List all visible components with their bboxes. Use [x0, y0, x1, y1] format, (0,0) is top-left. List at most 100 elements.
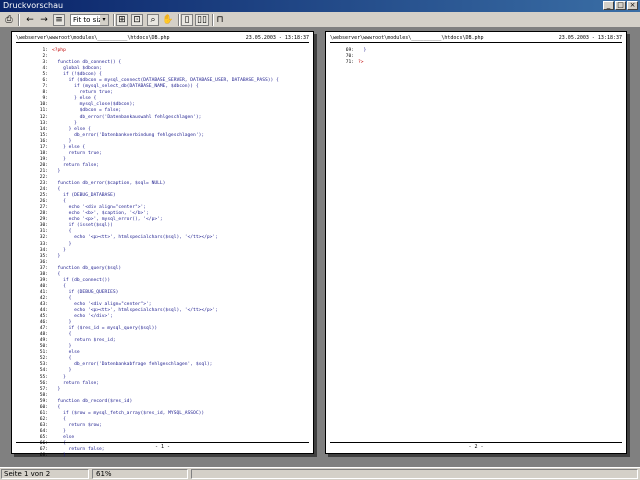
- page-header-path: \webserver\wwwroot\modules\__________\ht…: [16, 35, 170, 41]
- maximize-button[interactable]: □: [615, 1, 626, 10]
- line-number: 68:: [39, 453, 48, 459]
- line-text: db_error('Datenbankauswahl fehlgeschlage…: [52, 114, 202, 120]
- line-text: ?>: [358, 60, 364, 66]
- minimize-button[interactable]: _: [603, 1, 614, 10]
- line-text: if (DEBUG_DATABASE): [52, 193, 116, 199]
- line-text: if (!$dbcon) {: [52, 72, 102, 78]
- line-text: db_error('Datenbankverbindung fehlgeschl…: [52, 132, 205, 138]
- line-text: }: [52, 386, 61, 392]
- line-text: {: [52, 295, 72, 301]
- line-text: return false;: [52, 162, 100, 168]
- toolbar-separator: [178, 14, 180, 26]
- line-text: return true;: [52, 150, 102, 156]
- line-text: if ($row = mysql_fetch_array($res_id, MY…: [52, 410, 205, 416]
- print-icon[interactable]: ⎙: [3, 14, 15, 26]
- page-header-date: 23.05.2003 - 13:18:37: [245, 35, 309, 41]
- line-text: if (db_connect()): [52, 277, 111, 283]
- code-listing: 1: <?php 2: 3: function db_connect() {4: gl…: [30, 48, 279, 459]
- line-text: {: [52, 356, 72, 362]
- line-text: global $dbcon;: [52, 66, 102, 72]
- toolbar-separator: [18, 14, 20, 26]
- line-text: }: [52, 247, 66, 253]
- line-text: if (mysql_select_db(DATABASE_NAME, $dbco…: [52, 84, 199, 90]
- line-text: {: [52, 283, 66, 289]
- line-text: return true;: [52, 90, 113, 96]
- line-text: function db_error($caption, $sql= NULL): [52, 181, 166, 187]
- code-line: 68: }: [30, 453, 279, 459]
- page-footer: - 2 -: [330, 442, 622, 451]
- zoom-icon[interactable]: ⌕: [147, 14, 159, 26]
- sizer-icon[interactable]: ⊞: [116, 14, 128, 26]
- hand-icon[interactable]: ✋: [162, 14, 174, 26]
- preview-page-2[interactable]: \webserver\wwwroot\modules\__________\ht…: [325, 31, 627, 454]
- line-text: }: [52, 368, 72, 374]
- line-text: {: [52, 332, 72, 338]
- line-text: {: [52, 404, 61, 410]
- window-title: Druckvorschau: [3, 1, 64, 10]
- preview-page-1[interactable]: \webserver\wwwroot\modules\__________\ht…: [11, 31, 314, 458]
- line-text: {: [52, 187, 61, 193]
- line-text: {: [52, 199, 66, 205]
- zoom-select[interactable]: Fit to size ▾: [70, 14, 109, 26]
- line-text: }: [52, 253, 61, 259]
- window-controls: _ □ ×: [603, 1, 638, 10]
- line-text: mysql_close($dbcon);: [52, 102, 135, 108]
- line-text: if ($dbcon = mysql_connect(DATABASE_SERV…: [52, 78, 279, 84]
- one-page-icon[interactable]: ▯: [181, 14, 193, 26]
- page-header: \webserver\wwwroot\modules\__________\ht…: [16, 34, 309, 43]
- line-text: db_error('Datenbankabfrage fehlgeschlage…: [52, 362, 213, 368]
- title-bar: Druckvorschau _ □ ×: [0, 0, 640, 12]
- line-text: echo '<div align="center">';: [52, 301, 152, 307]
- line-text: echo '<p>', mysql_error(), '</p>';: [52, 217, 163, 223]
- line-number: 71:: [345, 60, 354, 66]
- page-footer: - 1 -: [16, 442, 309, 451]
- line-text: echo '<p><tt>', htmlspecialchars($sql), …: [52, 308, 218, 314]
- line-text: if ($res_id = mysql_query($sql)): [52, 326, 158, 332]
- line-text: }: [52, 428, 66, 434]
- line-text: echo '<p><tt>', htmlspecialchars($sql), …: [52, 235, 218, 241]
- status-page: Seite 1 von 2: [1, 469, 89, 479]
- line-text: {: [52, 271, 61, 277]
- back-icon[interactable]: ←: [24, 14, 36, 26]
- page-header-path: \webserver\wwwroot\modules\__________\ht…: [330, 35, 484, 41]
- line-text: echo '<div align="center">';: [52, 205, 147, 211]
- chevron-down-icon[interactable]: ▾: [100, 15, 108, 25]
- line-text: if (DEBUG_QUERIES): [52, 289, 119, 295]
- line-text: else: [52, 350, 80, 356]
- line-text: echo '<b>', $caption, '</b>';: [52, 211, 149, 217]
- line-text: return $res_id;: [52, 338, 116, 344]
- page-select-icon[interactable]: ≡: [53, 14, 65, 26]
- two-page-icon[interactable]: ▯▯: [195, 14, 209, 26]
- line-text: return $row;: [52, 422, 102, 428]
- line-text: function db_record($res_id): [52, 398, 133, 404]
- line-text: {: [52, 229, 72, 235]
- code-line: 71: ?>: [336, 60, 366, 66]
- page-header-date: 23.05.2003 - 13:18:37: [558, 35, 622, 41]
- line-text: else: [52, 435, 75, 440]
- line-text: echo '</div>';: [52, 314, 113, 320]
- line-text: }: [358, 48, 367, 53]
- close-preview-icon[interactable]: ⊓: [214, 14, 226, 26]
- line-text: }: [52, 344, 72, 350]
- forward-icon[interactable]: →: [38, 14, 50, 26]
- drag-icon[interactable]: ⊡: [131, 14, 143, 26]
- line-text: }: [52, 138, 72, 144]
- toolbar: ⎙ ← → ≡ Fit to size ▾ ⊞ ⊡ ⌕ ✋ ▯ ▯▯ ⊓: [0, 12, 640, 28]
- line-text: }: [52, 241, 72, 247]
- line-text: if (isset($sql)): [52, 223, 113, 229]
- status-empty: [191, 469, 638, 479]
- line-text: }: [52, 168, 61, 174]
- line-text: }: [52, 156, 66, 162]
- code-listing: 69: } 70: 71: ?>: [336, 48, 367, 66]
- status-bar: Seite 1 von 2 61%: [0, 467, 640, 480]
- line-text: $dbcon = false;: [52, 108, 122, 114]
- toolbar-separator: [113, 14, 115, 26]
- page-header: \webserver\wwwroot\modules\__________\ht…: [330, 34, 622, 43]
- line-text: }: [52, 453, 66, 459]
- close-window-button[interactable]: ×: [627, 1, 638, 10]
- line-text: }: [52, 120, 77, 126]
- line-text: <?php: [52, 48, 66, 53]
- line-text: return false;: [52, 380, 100, 386]
- line-text: } else {: [52, 126, 91, 132]
- status-zoom: 61%: [92, 469, 188, 479]
